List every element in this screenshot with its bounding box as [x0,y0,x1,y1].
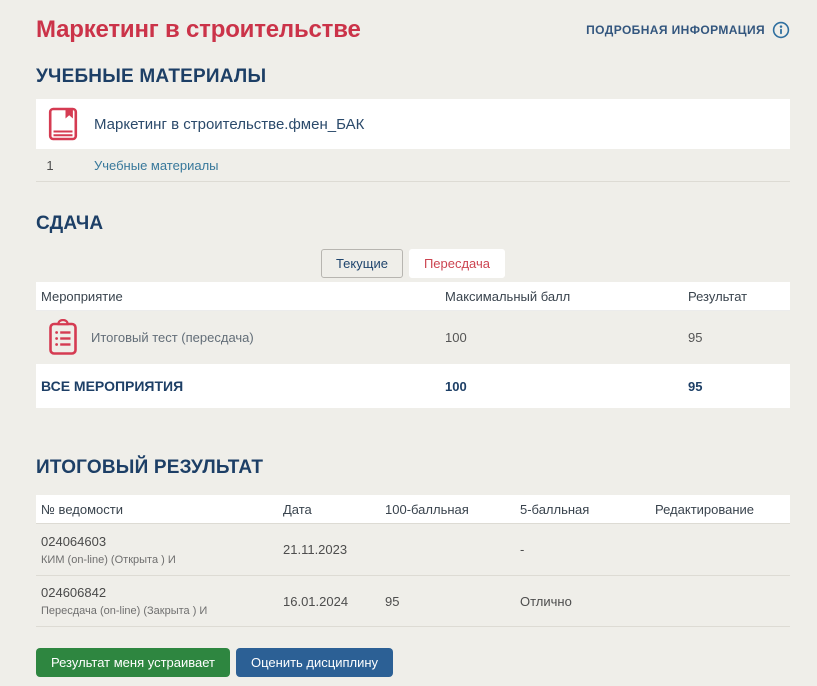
sheet-date: 16.01.2024 [283,594,385,609]
total-result: 95 [688,379,790,394]
action-buttons: Результат меня устраивает Оценить дисцип… [36,648,790,677]
final-table-header: № ведомости Дата 100-балльная 5-балльная… [36,495,790,523]
sheet-type: КИМ (on-line) (Открыта ) И [41,554,283,566]
sheet-score-5: Отлично [520,594,655,609]
rate-discipline-button[interactable]: Оценить дисциплину [236,648,393,677]
final-result-table: № ведомости Дата 100-балльная 5-балльная… [36,495,790,627]
sheet-number: 024606842 [41,585,283,600]
page-title: Маркетинг в строительстве [36,16,361,44]
sheet-number: 024064603 [41,534,283,549]
tab-retake[interactable]: Пересдача [409,249,505,278]
col-event: Мероприятие [41,289,445,304]
clipboard-checklist-icon [48,319,78,356]
col-scale-5: 5-балльная [520,502,655,517]
info-circle-icon[interactable] [772,21,790,39]
col-date: Дата [283,502,385,517]
table-row: 024606842 Пересдача (on-line) (Закрыта )… [36,575,790,627]
detailed-info-link[interactable]: ПОДРОБНАЯ ИНФОРМАЦИЯ [586,21,790,39]
page-header: Маркетинг в строительстве ПОДРОБНАЯ ИНФО… [36,16,790,44]
submission-heading: СДАЧА [36,213,790,235]
materials-row-number: 1 [38,158,62,173]
materials-row-link[interactable]: Учебные материалы [94,158,219,173]
col-scale-100: 100-балльная [385,502,520,517]
col-max-score: Максимальный балл [445,289,688,304]
total-max-score: 100 [445,379,688,394]
col-editing: Редактирование [655,502,790,517]
course-page: Маркетинг в строительстве ПОДРОБНАЯ ИНФО… [0,0,817,677]
submission-tabs: Текущие Пересдача [36,249,790,278]
sheet-score-100: 95 [385,594,520,609]
tab-current[interactable]: Текущие [321,249,403,278]
course-material-card[interactable]: Маркетинг в строительстве.фмен_БАК [36,99,790,149]
final-result-heading: ИТОГОВЫЙ РЕЗУЛЬТАТ [36,457,790,479]
all-events-total-row: ВСЕ МЕРОПРИЯТИЯ 100 95 [36,364,790,408]
col-sheet-number: № ведомости [41,502,283,517]
sheet-type: Пересдача (on-line) (Закрыта ) И [41,605,283,617]
total-label: ВСЕ МЕРОПРИЯТИЯ [41,378,445,394]
event-name[interactable]: Итоговый тест (пересдача) [91,330,254,345]
table-row[interactable]: Итоговый тест (пересдача) 100 95 [36,311,790,364]
table-row: 024064603 КИМ (on-line) (Открыта ) И 21.… [36,523,790,575]
event-result: 95 [688,330,790,345]
detailed-info-label: ПОДРОБНАЯ ИНФОРМАЦИЯ [586,23,765,37]
submission-table-header: Мероприятие Максимальный балл Результат [36,282,790,311]
sheet-score-5: - [520,542,655,557]
col-result: Результат [688,289,790,304]
accept-result-button[interactable]: Результат меня устраивает [36,648,230,677]
submission-table: Мероприятие Максимальный балл Результат … [36,282,790,408]
materials-row[interactable]: 1 Учебные материалы [36,149,790,182]
materials-heading: УЧЕБНЫЕ МАТЕРИАЛЫ [36,66,790,88]
event-max-score: 100 [445,330,688,345]
course-file-name[interactable]: Маркетинг в строительстве.фмен_БАК [94,116,364,133]
sheet-date: 21.11.2023 [283,542,385,557]
book-icon [48,106,78,142]
